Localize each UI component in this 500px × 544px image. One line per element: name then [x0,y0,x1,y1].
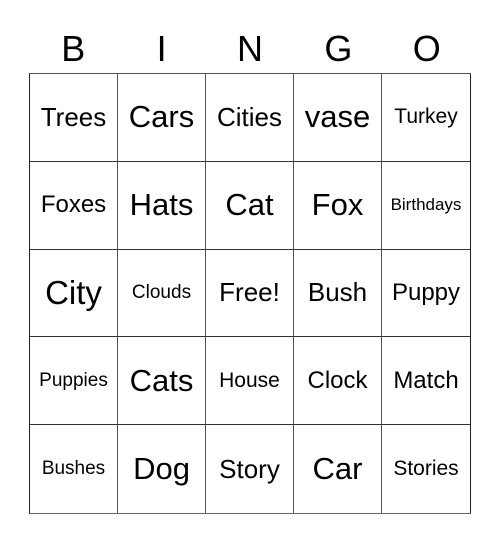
bingo-cell[interactable]: Clock [294,337,382,426]
bingo-cell[interactable]: Dog [118,425,206,513]
bingo-header: B I N G O [29,26,471,72]
bingo-cell[interactable]: Cars [118,74,206,162]
bingo-cell[interactable]: Birthdays [382,162,470,250]
free-space-cell[interactable]: Free! [206,249,294,338]
bingo-cell[interactable]: Foxes [30,161,118,250]
bingo-cell[interactable]: Car [294,425,382,513]
bingo-grid: Trees Cars Cities vase Turkey Foxes Hats… [29,73,471,514]
bingo-cell[interactable]: Match [382,337,470,426]
bingo-cell[interactable]: City [30,249,118,338]
header-letter-i: I [156,28,167,69]
bingo-cell[interactable]: Bush [294,249,382,338]
bingo-cell[interactable]: Turkey [382,74,470,162]
bingo-cell[interactable]: vase [294,74,382,162]
bingo-cell[interactable]: Hats [118,161,206,250]
bingo-cell[interactable]: House [206,337,294,426]
bingo-cell[interactable]: Cat [206,161,294,250]
bingo-cell[interactable]: Bushes [30,425,118,513]
header-letter-o: O [412,28,441,69]
bingo-cell[interactable]: Fox [294,161,382,250]
header-letter-b: B [61,28,86,69]
bingo-cell[interactable]: Trees [30,74,118,162]
bingo-cell[interactable]: Puppy [382,250,470,338]
bingo-cell[interactable]: Clouds [118,249,206,338]
bingo-cell[interactable]: Cats [118,337,206,426]
bingo-cell[interactable]: Story [206,425,294,513]
bingo-cell[interactable]: Stories [382,425,470,513]
bingo-cell[interactable]: Cities [206,74,294,162]
header-letter-n: N [236,28,263,69]
bingo-cell[interactable]: Puppies [30,337,118,426]
header-letter-g: G [324,28,353,69]
